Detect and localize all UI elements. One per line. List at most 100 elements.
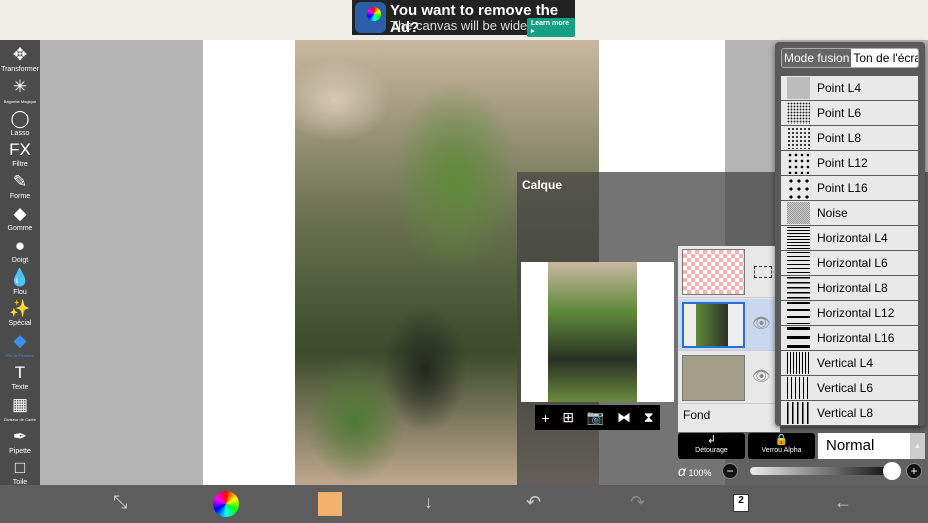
add-layer-icon[interactable]: + bbox=[541, 410, 549, 426]
opacity-decrease-button[interactable]: − bbox=[722, 463, 738, 479]
tool-gomme[interactable]: ◆ Gomme bbox=[0, 204, 40, 237]
tool-doigt[interactable]: ● Doigt bbox=[0, 236, 40, 269]
tool-label: Diviseur de Cadre bbox=[3, 416, 36, 422]
screen-tone-item[interactable]: Vertical L6 bbox=[781, 376, 918, 400]
tool-spécial[interactable]: ✨ Spécial bbox=[0, 299, 40, 332]
layer-preview bbox=[521, 262, 674, 402]
copy-layer-icon[interactable]: ⊞ bbox=[562, 409, 574, 426]
tool-lasso[interactable]: ◯ Lasso bbox=[0, 109, 40, 142]
tone-pattern-icon bbox=[787, 377, 810, 399]
layer-panel-title: Calque bbox=[522, 178, 563, 192]
tool-icon: ● bbox=[14, 235, 26, 255]
selection-icon bbox=[754, 266, 772, 278]
alpha-lock-button[interactable]: 🔒 Verrou Alpha bbox=[748, 433, 815, 459]
tab-screen-tone[interactable]: Ton de l'écran bbox=[851, 49, 918, 67]
screen-tone-item[interactable]: Horizontal L6 bbox=[781, 251, 918, 275]
learn-more-button[interactable]: Learn more ▸ bbox=[527, 18, 575, 37]
tone-pattern-icon bbox=[787, 77, 810, 99]
tool-filtre[interactable]: FX Filtre bbox=[0, 140, 40, 173]
clipping-label: Détourage bbox=[695, 447, 728, 454]
clipping-button[interactable]: ↲ Détourage bbox=[678, 433, 745, 459]
screen-tone-item[interactable]: Vertical L8 bbox=[781, 401, 918, 425]
tone-pattern-icon bbox=[787, 402, 810, 424]
ad-subtitle: The canvas will be wider. bbox=[390, 18, 535, 33]
tool-forme[interactable]: ✎ Forme bbox=[0, 172, 40, 205]
screen-tone-item[interactable]: Horizontal L16 bbox=[781, 326, 918, 350]
blend-mode-arrow-icon[interactable]: ▲ bbox=[910, 433, 925, 459]
screen-tone-item[interactable]: Horizontal L4 bbox=[781, 226, 918, 250]
screen-tone-item[interactable]: Point L6 bbox=[781, 101, 918, 125]
screen-tone-label: Horizontal L16 bbox=[817, 331, 895, 345]
tool-label: Forme bbox=[9, 193, 31, 201]
opacity-slider[interactable] bbox=[750, 467, 890, 475]
down-arrow-icon[interactable]: ↓ bbox=[424, 492, 433, 513]
layer-toolbar: + ⊞ 📷 ⧓ ⧗ bbox=[535, 405, 660, 430]
tone-pattern-icon bbox=[787, 277, 810, 299]
layer-row[interactable]: 👁 bbox=[678, 352, 780, 404]
tool-icon: ◆ bbox=[13, 331, 27, 351]
tool-icon: ✳ bbox=[12, 76, 28, 96]
screen-tone-label: Horizontal L12 bbox=[817, 306, 895, 320]
tool-icon: ▦ bbox=[11, 394, 29, 414]
layer-row-selected[interactable]: 👁 bbox=[678, 299, 780, 351]
clip-arrow-icon: ↲ bbox=[706, 434, 717, 446]
layer-thumbnail bbox=[682, 302, 745, 348]
redo-icon[interactable]: ↷ bbox=[630, 492, 645, 513]
layer-thumbnail bbox=[682, 355, 745, 401]
tool-label: Texte bbox=[11, 384, 29, 391]
tool-diviseur-de-cadre[interactable]: ▦ Diviseur de Cadre bbox=[0, 395, 40, 428]
screen-tone-item[interactable]: Point L12 bbox=[781, 151, 918, 175]
ad-banner[interactable]: You want to remove the Ad? The canvas wi… bbox=[352, 0, 575, 37]
layer-count-button[interactable]: 2 bbox=[733, 494, 749, 512]
screen-tone-label: Point L6 bbox=[817, 106, 862, 120]
layer-row[interactable] bbox=[678, 246, 780, 298]
screen-tone-item[interactable]: Point L16 bbox=[781, 176, 918, 200]
tool-icon: ◯ bbox=[10, 108, 30, 128]
tool-flou[interactable]: 💧 Flou bbox=[0, 268, 40, 301]
alpha-symbol: α bbox=[678, 463, 686, 479]
eye-icon[interactable]: 👁 bbox=[752, 367, 771, 385]
color-wheel-icon[interactable] bbox=[213, 491, 239, 517]
tool-texte[interactable]: T Texte bbox=[0, 363, 40, 396]
flip-vertical-icon[interactable]: ⧗ bbox=[644, 409, 654, 426]
tool-transformer[interactable]: ✥ Transformer bbox=[0, 45, 40, 78]
tool-icon: T bbox=[14, 363, 26, 382]
screen-tone-item[interactable]: Noise bbox=[781, 201, 918, 225]
screen-tone-item[interactable]: Horizontal L12 bbox=[781, 301, 918, 325]
screen-tone-item[interactable]: Vertical L4 bbox=[781, 351, 918, 375]
back-arrow-icon[interactable]: ← bbox=[834, 492, 852, 513]
current-color-swatch[interactable] bbox=[318, 492, 342, 516]
camera-icon[interactable]: 📷 bbox=[587, 409, 604, 426]
screen-tone-item[interactable]: Horizontal L8 bbox=[781, 276, 918, 300]
eye-icon[interactable]: 👁 bbox=[752, 314, 771, 332]
transform-icon[interactable]: ⤡ bbox=[113, 492, 127, 513]
blend-popup-tabs: Mode fusion Ton de l'écran bbox=[781, 48, 919, 68]
screen-tone-label: Vertical L8 bbox=[817, 406, 874, 420]
tool-baguette-magique[interactable]: ✳ Baguette Magique bbox=[0, 77, 40, 110]
screen-tone-label: Point L16 bbox=[817, 181, 868, 195]
screen-tone-label: Point L4 bbox=[817, 81, 862, 95]
ibispaint-logo bbox=[355, 2, 386, 33]
tool-label: Transformer bbox=[1, 66, 39, 73]
blend-mode-select[interactable]: Normal bbox=[818, 433, 910, 459]
background-layer-label[interactable]: Fond bbox=[683, 408, 710, 422]
tab-blend-mode[interactable]: Mode fusion bbox=[782, 49, 852, 67]
tool-pot-de-peinture[interactable]: ◆ Pot de Peinture bbox=[0, 331, 40, 364]
screen-tone-item[interactable]: Point L4 bbox=[781, 76, 918, 100]
flip-horizontal-icon[interactable]: ⧓ bbox=[617, 409, 631, 426]
tool-pipette[interactable]: ✒ Pipette bbox=[0, 427, 40, 460]
tool-label: Spécial bbox=[8, 320, 32, 328]
undo-icon[interactable]: ↶ bbox=[526, 492, 541, 513]
screen-tone-label: Vertical L6 bbox=[817, 381, 874, 395]
tool-label: Filtre bbox=[12, 161, 28, 169]
screen-tone-label: Point L12 bbox=[817, 156, 868, 170]
layer-thumbnail bbox=[682, 249, 745, 295]
screen-tone-item[interactable]: Point L8 bbox=[781, 126, 918, 150]
tool-icon: ✒ bbox=[12, 426, 28, 446]
tool-icon: ◆ bbox=[13, 204, 27, 223]
opacity-slider-knob[interactable] bbox=[883, 462, 901, 480]
tool-icon: FX bbox=[9, 140, 31, 160]
tone-pattern-icon bbox=[787, 152, 810, 174]
opacity-increase-button[interactable]: + bbox=[906, 463, 922, 479]
tool-icon: 💧 bbox=[9, 267, 31, 287]
